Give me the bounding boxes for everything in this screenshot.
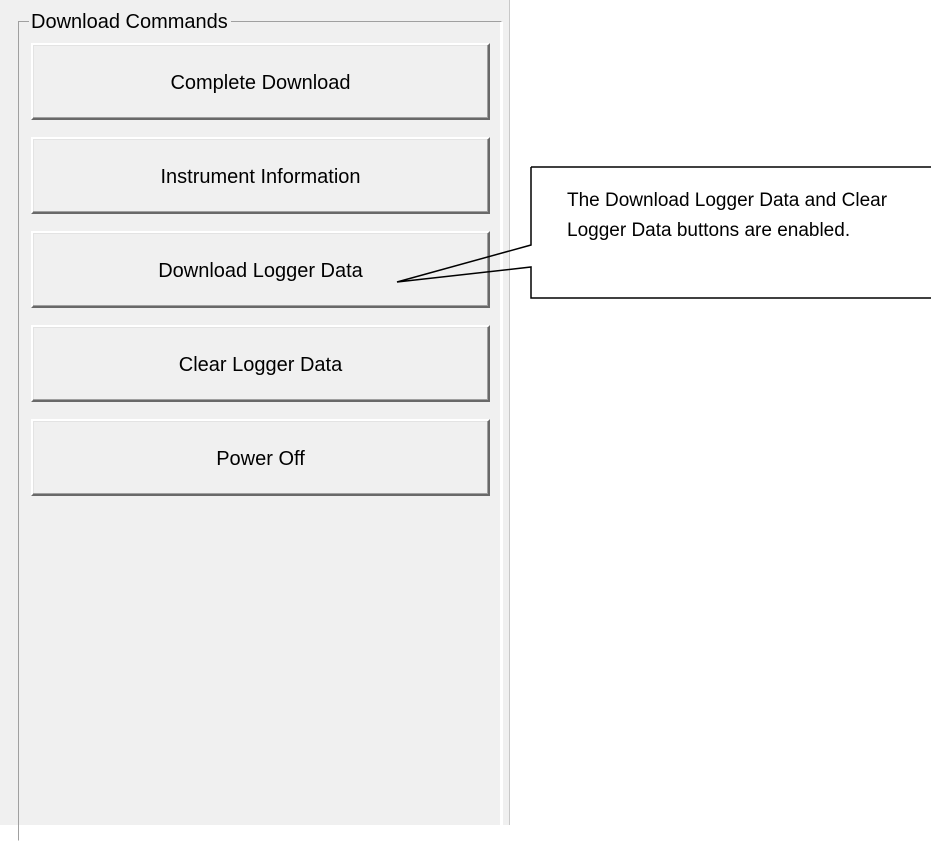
clear-logger-data-label: Clear Logger Data: [178, 354, 343, 376]
instrument-information-button[interactable]: Instrument Information: [31, 137, 490, 214]
clear-logger-data-button[interactable]: Clear Logger Data: [31, 325, 490, 402]
power-off-label: Power Off: [216, 448, 305, 470]
instrument-information-label: Instrument Information: [160, 166, 361, 188]
groupbox-title: Download Commands: [29, 10, 231, 34]
complete-download-button[interactable]: Complete Download: [31, 43, 490, 120]
callout-text: The Download Logger Data and Clear Logge…: [567, 190, 888, 241]
download-logger-data-button[interactable]: Download Logger Data: [31, 231, 490, 308]
download-commands-panel: Download Commands Complete Download Inst…: [0, 0, 510, 841]
power-off-button[interactable]: Power Off: [31, 419, 490, 496]
complete-download-label: Complete Download: [170, 72, 351, 94]
download-logger-data-label: Download Logger Data: [158, 260, 363, 282]
